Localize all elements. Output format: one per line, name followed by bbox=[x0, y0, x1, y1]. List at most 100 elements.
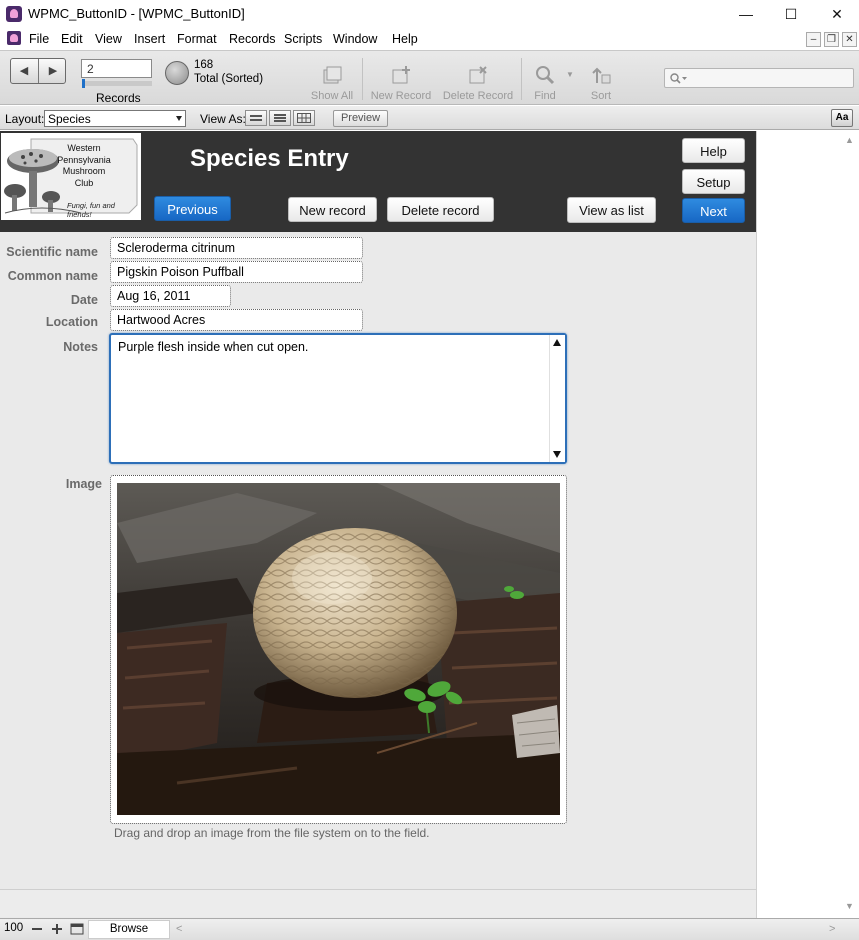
common-name-field[interactable]: Pigskin Poison Puffball bbox=[110, 261, 363, 283]
scroll-right-arrow-icon[interactable]: > bbox=[829, 923, 835, 935]
content-horizontal-scrollbar[interactable] bbox=[0, 889, 756, 917]
location-label: Location bbox=[45, 315, 98, 329]
sort-label: Sort bbox=[590, 90, 612, 102]
new-record-header-button[interactable]: New record bbox=[288, 197, 377, 222]
menu-format[interactable]: Format bbox=[177, 32, 217, 46]
logo-tagline: Fungi, fun and friends! bbox=[67, 201, 115, 219]
new-record-label: New Record bbox=[370, 90, 432, 102]
notes-scroll-up-icon[interactable] bbox=[553, 339, 561, 346]
image-drop-hint: Drag and drop an image from the file sys… bbox=[114, 826, 430, 840]
menu-scripts[interactable]: Scripts bbox=[284, 32, 322, 46]
view-as-form-button[interactable] bbox=[245, 110, 267, 126]
notes-scrollbar[interactable] bbox=[549, 335, 565, 462]
filemaker-app-icon bbox=[6, 6, 22, 22]
content-vertical-scrollbar[interactable]: ▲ ▼ bbox=[841, 131, 859, 918]
find-button[interactable]: Find bbox=[528, 64, 562, 104]
logo-line-3: Mushroom bbox=[62, 166, 106, 176]
logo-line-4: Club bbox=[74, 177, 94, 188]
find-dropdown-chevron-icon[interactable]: ▼ bbox=[566, 70, 574, 79]
layout-label: Layout: bbox=[5, 112, 45, 126]
document-icon[interactable] bbox=[7, 31, 21, 45]
page-title: Species Entry bbox=[190, 145, 349, 172]
setup-button[interactable]: Setup bbox=[682, 169, 745, 194]
view-as-label: View As: bbox=[200, 112, 246, 126]
mdi-close-button[interactable]: ✕ bbox=[842, 32, 857, 47]
scroll-left-arrow-icon[interactable]: < bbox=[176, 923, 182, 935]
minimize-button[interactable]: — bbox=[731, 4, 761, 24]
menu-file[interactable]: File bbox=[29, 32, 49, 46]
location-field[interactable]: Hartwood Acres bbox=[110, 309, 363, 331]
mode-popup[interactable]: Browse bbox=[88, 920, 170, 939]
mdi-minimize-button[interactable]: – bbox=[806, 32, 821, 47]
close-button[interactable]: ✕ bbox=[822, 4, 852, 24]
menu-bar: File Edit View Insert Format Records Scr… bbox=[0, 28, 859, 50]
layout-bar: Layout: Species View As: Preview Aa bbox=[0, 106, 859, 130]
record-book[interactable]: ◀ ▶ bbox=[10, 58, 66, 84]
logo-line-1: Western bbox=[67, 143, 101, 153]
bottom-status-bar: 100 Browse < > bbox=[0, 918, 859, 940]
notes-text: Purple flesh inside when cut open. bbox=[118, 340, 309, 354]
found-status: Total (Sorted) bbox=[194, 73, 264, 85]
zoom-in-icon[interactable] bbox=[50, 922, 64, 936]
next-button[interactable]: Next bbox=[682, 198, 745, 223]
view-as-list-button[interactable] bbox=[269, 110, 291, 126]
view-as-list-header-button[interactable]: View as list bbox=[567, 197, 656, 223]
show-all-icon bbox=[323, 66, 342, 84]
notes-field[interactable]: Purple flesh inside when cut open. bbox=[109, 333, 567, 464]
new-record-icon bbox=[392, 66, 410, 84]
toolbar-separator bbox=[521, 58, 522, 100]
book-spine bbox=[38, 59, 39, 83]
title-bar: WPMC_ButtonID - [WPMC_ButtonID] — ☐ ✕ bbox=[0, 0, 859, 28]
find-label: Find bbox=[534, 90, 556, 102]
menu-help[interactable]: Help bbox=[392, 32, 418, 46]
view-as-table-button[interactable] bbox=[293, 110, 315, 126]
toolbar-separator bbox=[362, 58, 363, 100]
mdi-restore-button[interactable]: ❐ bbox=[824, 32, 839, 47]
current-record-input[interactable] bbox=[81, 59, 152, 78]
layout-select-value: Species bbox=[48, 112, 91, 126]
notes-scroll-down-icon[interactable] bbox=[553, 451, 561, 458]
common-name-label: Common name bbox=[7, 269, 98, 283]
logo-line-2: Pennsylvania bbox=[57, 154, 111, 165]
club-logo: Western Pennsylvania Mushroom Club Fungi… bbox=[1, 133, 141, 220]
layout-select[interactable]: Species bbox=[44, 110, 186, 127]
found-set-pie-icon bbox=[165, 61, 189, 85]
found-count: 168 bbox=[194, 59, 214, 71]
delete-record-header-button[interactable]: Delete record bbox=[387, 197, 494, 222]
date-label: Date bbox=[70, 293, 98, 307]
show-all-button[interactable]: Show All bbox=[303, 64, 361, 104]
find-icon bbox=[536, 66, 555, 85]
new-record-button[interactable]: New Record bbox=[366, 64, 436, 104]
preview-button[interactable]: Preview bbox=[333, 110, 388, 127]
quick-find-field[interactable] bbox=[664, 68, 854, 88]
toggle-status-toolbar-icon[interactable] bbox=[70, 922, 84, 936]
menu-insert[interactable]: Insert bbox=[134, 32, 165, 46]
delete-record-label: Delete Record bbox=[442, 90, 514, 102]
scroll-down-arrow-icon[interactable]: ▼ bbox=[845, 901, 854, 911]
image-label: Image bbox=[65, 477, 102, 491]
sort-button[interactable]: Sort bbox=[584, 64, 618, 104]
zoom-level[interactable]: 100 bbox=[4, 922, 23, 934]
records-label: Records bbox=[96, 91, 141, 105]
previous-record-arrow-icon[interactable]: ◀ bbox=[13, 63, 35, 79]
record-slider[interactable] bbox=[82, 81, 152, 86]
menu-edit[interactable]: Edit bbox=[61, 32, 83, 46]
record-slider-thumb[interactable] bbox=[82, 79, 85, 88]
search-icon bbox=[670, 73, 687, 84]
help-button[interactable]: Help bbox=[682, 138, 745, 163]
formatting-bar-button[interactable]: Aa bbox=[831, 109, 853, 127]
menu-records[interactable]: Records bbox=[229, 32, 276, 46]
maximize-button[interactable]: ☐ bbox=[776, 4, 806, 24]
delete-record-icon bbox=[469, 66, 487, 84]
delete-record-button[interactable]: Delete Record bbox=[438, 64, 518, 104]
show-all-label: Show All bbox=[310, 90, 354, 102]
zoom-out-icon[interactable] bbox=[30, 922, 44, 936]
scroll-up-arrow-icon[interactable]: ▲ bbox=[845, 135, 854, 145]
date-field[interactable]: Aug 16, 2011 bbox=[110, 285, 231, 307]
menu-window[interactable]: Window bbox=[333, 32, 377, 46]
next-record-arrow-icon[interactable]: ▶ bbox=[42, 63, 64, 79]
mushroom-photo bbox=[117, 483, 560, 815]
menu-view[interactable]: View bbox=[95, 32, 122, 46]
scientific-name-field[interactable]: Scleroderma citrinum bbox=[110, 237, 363, 259]
previous-button[interactable]: Previous bbox=[154, 196, 231, 221]
